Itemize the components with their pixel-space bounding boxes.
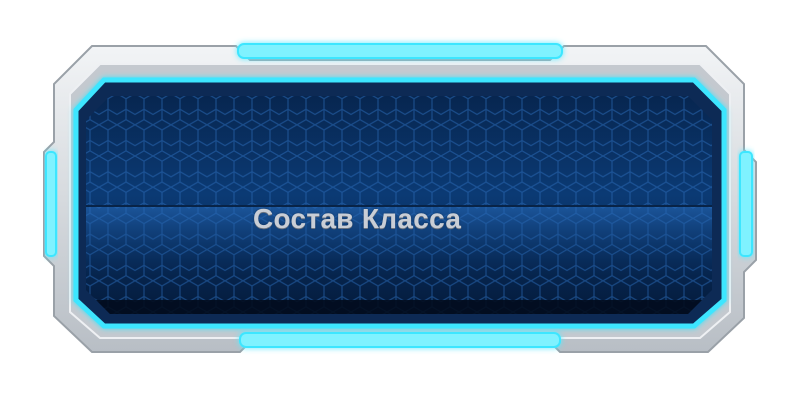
top-glow-bar [237, 43, 563, 59]
bottom-glow-bar [239, 332, 561, 348]
right-glow-bar [739, 151, 753, 257]
panel-title: Состав Класса [253, 203, 462, 234]
left-glow-bar [45, 151, 57, 257]
sci-fi-panel[interactable]: Состав Класса [0, 0, 800, 407]
